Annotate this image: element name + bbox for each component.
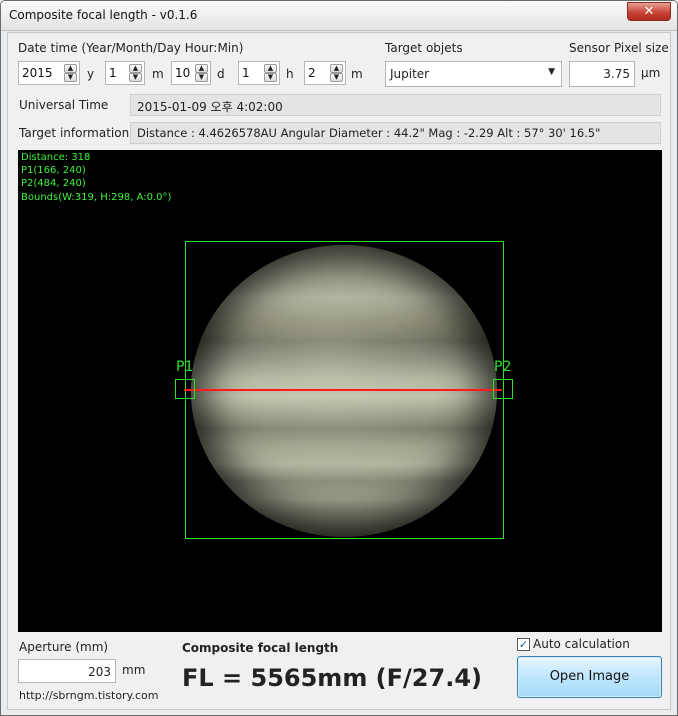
client-area: Date time (Year/Month/Day Hour:Min) 2015… [7,32,671,710]
target-info-label: Target information [19,126,130,140]
hour-value: 1 [242,66,250,80]
minute-value: 2 [308,66,316,80]
down-arrow-icon[interactable]: ▼ [264,73,277,82]
p1-label: P1 [176,359,194,375]
open-image-button[interactable]: Open Image [517,656,662,698]
image-canvas[interactable]: Distance: 318 P1(166, 240) P2(484, 240) … [18,150,662,632]
month-unit: m [152,67,164,81]
month-value: 1 [109,66,117,80]
p1-handle[interactable] [175,379,195,399]
day-value: 10 [175,66,191,80]
target-info-field: Distance : 4.4626578AU Angular Diameter … [130,122,661,144]
minute-stepper[interactable]: 2 ▲ ▼ [304,61,346,85]
hour-stepper[interactable]: 1 ▲ ▼ [238,61,280,85]
down-arrow-icon[interactable]: ▼ [195,73,208,82]
year-stepper[interactable]: 2015 ▲ ▼ [18,61,80,85]
overlay-bounds: Bounds(W:319, H:298, A:0.0°) [21,192,172,203]
aperture-value: 203 [88,665,111,679]
month-stepper[interactable]: 1 ▲ ▼ [105,61,145,85]
down-arrow-icon[interactable]: ▼ [330,73,343,82]
aperture-input[interactable]: 203 [18,659,116,683]
close-button[interactable]: ✕ [627,2,671,21]
sensor-pixel-value: 3.75 [603,67,630,81]
universal-time-label: Universal Time [19,98,109,112]
universal-time-field: 2015-01-09 오후 4:02:00 [130,94,661,116]
p2-label: P2 [494,359,512,375]
overlay-p2: P2(484, 240) [21,178,86,189]
app-window: Composite focal length - v0.1.6 ✕ Date t… [0,0,678,716]
year-unit: y [87,67,95,81]
auto-calc-label[interactable]: Auto calculation [533,637,630,651]
measure-line [184,389,502,391]
down-arrow-icon[interactable]: ▼ [64,73,77,82]
universal-time-value: 2015-01-09 오후 4:02:00 [137,100,283,114]
focal-length-result: FL = 5565mm (F/27.4) [182,664,482,692]
window-title: Composite focal length - v0.1.6 [9,8,198,22]
up-arrow-icon[interactable]: ▲ [264,64,277,73]
chevron-down-icon: ▼ [548,67,555,77]
overlay-p1: P1(166, 240) [21,165,86,176]
title-bar[interactable]: Composite focal length - v0.1.6 ✕ [1,1,677,31]
sensor-unit: μm [641,66,661,80]
target-info-value: Distance : 4.4626578AU Angular Diameter … [137,126,601,140]
close-icon: ✕ [643,4,655,19]
auto-calc-checkbox[interactable]: ✓ [517,638,530,651]
footer-link[interactable]: http://sbrngm.tistory.com [19,689,159,702]
up-arrow-icon[interactable]: ▲ [129,64,142,73]
sensor-label: Sensor Pixel size [569,41,669,55]
target-select[interactable]: Jupiter ▼ [385,61,562,87]
hour-unit: h [286,67,294,81]
checkmark-icon: ✓ [518,638,529,651]
down-arrow-icon[interactable]: ▼ [129,73,142,82]
up-arrow-icon[interactable]: ▲ [64,64,77,73]
day-unit: d [217,67,225,81]
overlay-distance: Distance: 318 [21,152,91,163]
result-label: Composite focal length [182,641,339,655]
sensor-pixel-input[interactable]: 3.75 [569,61,635,87]
day-stepper[interactable]: 10 ▲ ▼ [171,61,211,85]
year-value: 2015 [22,66,53,80]
p2-handle[interactable] [493,379,513,399]
target-label: Target objets [385,41,463,55]
target-selected-value: Jupiter [390,67,430,81]
datetime-label: Date time (Year/Month/Day Hour:Min) [18,41,244,55]
up-arrow-icon[interactable]: ▲ [195,64,208,73]
up-arrow-icon[interactable]: ▲ [330,64,343,73]
aperture-unit: mm [122,663,146,677]
aperture-label: Aperture (mm) [19,640,109,654]
minute-unit: m [351,67,363,81]
